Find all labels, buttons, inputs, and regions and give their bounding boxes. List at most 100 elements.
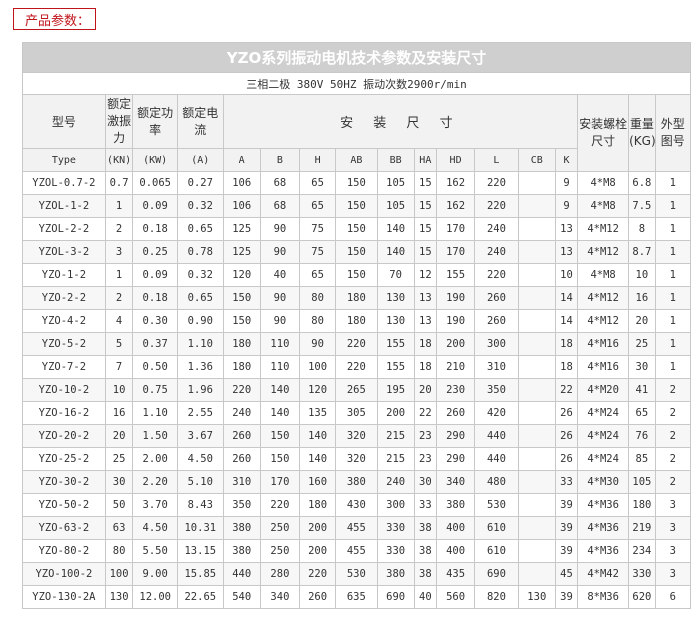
table-cell: 39 bbox=[554, 585, 579, 609]
model-cell: YZOL-1-2 bbox=[22, 194, 106, 218]
table-cell: 15 bbox=[413, 217, 437, 241]
table-cell: 1.50 bbox=[132, 424, 178, 448]
table-cell: 10 bbox=[628, 263, 656, 287]
table-cell: 0.30 bbox=[132, 309, 178, 333]
table-cell: 38 bbox=[413, 539, 437, 563]
table-cell: 0.27 bbox=[176, 171, 224, 195]
table-cell: 45 bbox=[554, 562, 579, 586]
table-cell: 260 bbox=[474, 309, 519, 333]
table-cell: 290 bbox=[435, 447, 476, 471]
table-cell: 8.7 bbox=[628, 240, 656, 264]
table-cell: 4*M8 bbox=[577, 263, 630, 287]
table-cell: 65 bbox=[299, 171, 337, 195]
table-cell: 1.10 bbox=[176, 332, 224, 356]
table-cell: 0.065 bbox=[132, 171, 178, 195]
table-cell bbox=[517, 493, 556, 517]
subheader-cell: HD bbox=[435, 148, 476, 172]
table-cell: 455 bbox=[335, 516, 378, 540]
table-cell bbox=[517, 562, 556, 586]
table-cell: 68 bbox=[259, 171, 301, 195]
table-cell bbox=[517, 424, 556, 448]
table-row: YZO-5-2 5 0.37 1.10 180 110 90 220 155 18 200 300 18… bbox=[22, 332, 692, 356]
table-cell: 0.75 bbox=[132, 378, 178, 402]
table-body: YZOL-0.7-2 0.7 0.065 0.27 106 68 65 150 105 15 162… bbox=[22, 171, 692, 609]
table-cell: 420 bbox=[474, 401, 519, 425]
table-cell: 7 bbox=[104, 355, 134, 379]
table-cell: 13 bbox=[554, 217, 579, 241]
table-cell: 4*M8 bbox=[577, 171, 630, 195]
table-cell: 162 bbox=[435, 171, 476, 195]
table-cell: 215 bbox=[376, 447, 415, 471]
table-cell: 170 bbox=[435, 240, 476, 264]
table-row: YZO-10-2 10 0.75 1.96 220 140 120 265 195 20 230 35… bbox=[22, 378, 692, 402]
table-cell: 30 bbox=[413, 470, 437, 494]
table-row: YZO-50-2 50 3.70 8.43 350 220 180 430 300 33 380 53… bbox=[22, 493, 692, 517]
table-cell: 1 bbox=[654, 194, 692, 218]
subheader-cell: CB bbox=[517, 148, 556, 172]
table-cell: 120 bbox=[222, 263, 261, 287]
table-cell: 3 bbox=[104, 240, 134, 264]
table-cell: 90 bbox=[259, 217, 301, 241]
table-cell: 4*M24 bbox=[577, 447, 630, 471]
table-cell: 76 bbox=[628, 424, 656, 448]
spec-table: YZO系列振动电机技术参数及安装尺寸 三相二极 380V 50HZ 振动次数29… bbox=[22, 42, 692, 609]
table-cell: 30 bbox=[104, 470, 134, 494]
table-cell: 150 bbox=[335, 194, 378, 218]
table-cell: 26 bbox=[554, 447, 579, 471]
table-cell: 260 bbox=[299, 585, 337, 609]
subheader-cell: HA bbox=[413, 148, 437, 172]
table-cell: 0.65 bbox=[176, 286, 224, 310]
table-cell: 12.00 bbox=[132, 585, 178, 609]
model-cell: YZO-20-2 bbox=[22, 424, 106, 448]
subheader-cell: (KN) bbox=[104, 148, 134, 172]
table-cell: 265 bbox=[335, 378, 378, 402]
table-cell: 30 bbox=[628, 355, 656, 379]
model-cell: YZO-100-2 bbox=[22, 562, 106, 586]
table-cell: 300 bbox=[474, 332, 519, 356]
table-cell bbox=[517, 171, 556, 195]
table-cell: 4*M24 bbox=[577, 424, 630, 448]
header-model: 型号 bbox=[22, 94, 106, 149]
table-cell: 4.50 bbox=[176, 447, 224, 471]
model-cell: YZO-16-2 bbox=[22, 401, 106, 425]
table-cell: 4*M8 bbox=[577, 194, 630, 218]
model-cell: YZO-25-2 bbox=[22, 447, 106, 471]
table-cell: 4.50 bbox=[132, 516, 178, 540]
table-cell: 0.25 bbox=[132, 240, 178, 264]
model-cell: YZO-4-2 bbox=[22, 309, 106, 333]
header-current: 额定电流 bbox=[176, 94, 224, 149]
table-cell: 1 bbox=[104, 263, 134, 287]
table-cell: 220 bbox=[335, 332, 378, 356]
table-cell: 240 bbox=[474, 240, 519, 264]
table-cell: 200 bbox=[435, 332, 476, 356]
table-cell: 2.20 bbox=[132, 470, 178, 494]
table-row: YZO-100-2 100 9.00 15.85 440 280 220 530 380 38 43… bbox=[22, 562, 692, 586]
table-cell: 2.00 bbox=[132, 447, 178, 471]
table-cell: 4*M30 bbox=[577, 470, 630, 494]
table-cell: 290 bbox=[435, 424, 476, 448]
table-cell: 23 bbox=[413, 447, 437, 471]
table-cell: 220 bbox=[259, 493, 301, 517]
table-cell: 320 bbox=[335, 424, 378, 448]
table-cell: 9 bbox=[554, 171, 579, 195]
table-cell: 22.65 bbox=[176, 585, 224, 609]
header-outline: 外型图号 bbox=[654, 94, 692, 172]
table-cell: 220 bbox=[474, 263, 519, 287]
table-cell: 530 bbox=[335, 562, 378, 586]
table-cell: 0.7 bbox=[104, 171, 134, 195]
table-row: YZO-30-2 30 2.20 5.10 310 170 160 380 240 30 340 48… bbox=[22, 470, 692, 494]
header-power: 额定功率 bbox=[132, 94, 178, 149]
table-cell: 10.31 bbox=[176, 516, 224, 540]
table-cell: 380 bbox=[222, 539, 261, 563]
subheader-cell: BB bbox=[376, 148, 415, 172]
table-cell: 3.67 bbox=[176, 424, 224, 448]
table-cell: 310 bbox=[474, 355, 519, 379]
table-row: YZOL-3-2 3 0.25 0.78 125 90 75 150 140 15 170 240 13… bbox=[22, 240, 692, 264]
table-cell: 162 bbox=[435, 194, 476, 218]
table-row: YZO-1-2 1 0.09 0.32 120 40 65 150 70 12 155 220 10 4*… bbox=[22, 263, 692, 287]
table-cell: 150 bbox=[335, 263, 378, 287]
table-row: YZO-7-2 7 0.50 1.36 180 110 100 220 155 18 210 310 1… bbox=[22, 355, 692, 379]
table-cell: 305 bbox=[335, 401, 378, 425]
table-cell: 39 bbox=[554, 539, 579, 563]
table-cell: 820 bbox=[474, 585, 519, 609]
